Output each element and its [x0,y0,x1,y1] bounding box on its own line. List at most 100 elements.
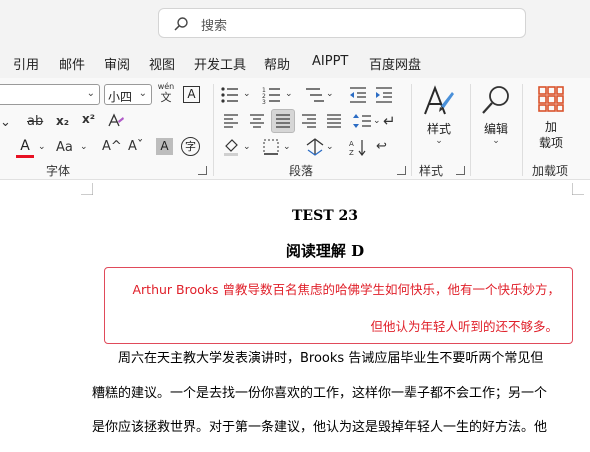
body-line: 糟糕的建议。一个是去找一份你喜欢的工作，这样你一辈子都不会工作；另一个 [92,386,548,401]
addins-button[interactable]: 加 载项 [528,82,574,158]
styles-dialog-launcher-icon[interactable] [456,166,465,175]
svg-text:Z: Z [349,149,354,156]
bullets-icon[interactable] [220,86,242,104]
note-line: Arthur Brooks 曾教导数百名焦虑的哈佛学生如何快乐，他有一个快乐妙方… [132,282,560,297]
magnifier-icon [482,86,509,114]
phonetic-guide-button[interactable]: wén 文 [157,82,175,106]
paragraph-dialog-launcher-icon[interactable] [397,166,406,175]
sort-icon[interactable]: A Z [349,138,369,156]
strikethrough-button[interactable]: ab [27,115,43,128]
svg-text:A: A [349,140,354,148]
tab-mailings[interactable]: 邮件 [59,54,85,73]
ribbon-separator [470,84,471,176]
font-dialog-launcher-icon[interactable] [198,166,207,175]
chevron-down-icon[interactable]: ⌄ [285,90,293,99]
svg-text:3: 3 [262,99,266,104]
editing-label: 编辑 [483,122,508,136]
font-color-button[interactable]: A [16,138,34,158]
shrink-font-button[interactable]: Aˇ [128,140,143,153]
character-shading-button[interactable]: A [156,138,173,155]
translation-note-box: Arthur Brooks 曾教导数百名焦虑的哈佛学生如何快乐，他有一个快乐妙方… [104,267,573,344]
change-case-button[interactable]: Aa [56,141,73,154]
ribbon-separator [522,84,523,176]
multilevel-list-icon[interactable] [304,86,326,104]
body-line: 是你应该拯救世界。对于第一条建议，他认为这是毁掉年轻人一生的好方法。他 [92,420,548,435]
ribbon-separator [411,84,412,176]
chevron-down-icon: ⌄ [435,136,443,146]
addins-grid-icon [538,86,564,112]
document-subheading: 阅读理解 D [285,242,365,260]
chevron-down-icon[interactable]: ⌄ [243,143,251,152]
margin-corner-mark [572,183,584,195]
chevron-down-icon: ⌄ [138,88,147,99]
grow-font-button[interactable]: A^ [102,140,122,153]
justify-icon [276,114,290,128]
editing-button[interactable]: 编辑 ⌄ [474,82,518,158]
justify-button[interactable] [271,109,295,133]
menu-bar: 引用 邮件 审阅 视图 开发工具 帮助 AIPPT 百度网盘 [0,46,590,78]
chevron-down-icon: ⌄ [86,88,95,99]
ribbon-separator [213,84,214,176]
clear-format-icon[interactable]: ⌄ [0,116,11,129]
increase-indent-icon[interactable] [374,86,394,104]
note-line: 但他认为年轻人听到的还不够多。 [370,319,558,334]
document-heading: TEST 23 [292,208,358,224]
shading-icon[interactable] [222,138,242,156]
tab-aippt[interactable]: AIPPT [312,54,348,69]
decrease-indent-icon[interactable] [348,86,368,104]
body-line: 周六在天主教大学发表演讲时，Brooks 告诫应届毕业生不要听两个常见但 [118,351,544,366]
font-group-label: 字体 [46,164,71,178]
addins-group-label: 加载项 [532,164,569,178]
text-effects-icon[interactable] [106,112,126,130]
styles-group-label: 样式 [419,164,444,178]
search-icon [174,17,188,31]
chevron-down-icon[interactable]: ⌄ [80,143,88,152]
margin-corner-mark [81,183,93,195]
font-size-value: 小四 [108,90,133,104]
paragraph-mark-icon[interactable]: ↵ [383,114,396,129]
search-placeholder: 搜索 [201,19,228,34]
styles-button[interactable]: 样式 ⌄ [416,82,462,158]
show-formatting-icon[interactable]: ↩ [376,140,387,153]
font-size-combo[interactable]: 小四 ⌄ [104,84,152,105]
character-border-button[interactable]: A [183,86,200,103]
chinese-layout-icon[interactable] [304,137,326,157]
phonetic-guide-bottom: 文 [160,91,172,104]
superscript-button[interactable]: x² [82,113,95,125]
font-name-combo[interactable]: ⌄ [0,84,100,105]
ribbon: ⌄ 小四 ⌄ wén 文 A ⌄ ab x₂ x² A ⌄ Aa ⌄ A^ Aˇ… [0,78,590,180]
enclose-characters-button[interactable]: 字 [181,137,200,156]
styles-icon [424,85,454,115]
chevron-down-icon[interactable]: ⌄ [326,90,334,99]
chevron-down-icon: ⌄ [492,136,500,146]
tab-baidu-netdisk[interactable]: 百度网盘 [369,54,421,73]
subscript-button[interactable]: x₂ [56,115,69,127]
distributed-icon[interactable] [325,112,343,130]
title-bar: 搜索 [0,0,590,46]
font-color-swatch [16,155,34,158]
tab-developer[interactable]: 开发工具 [194,54,246,73]
align-center-icon[interactable] [248,112,266,130]
addins-label-line1: 加 [544,120,557,134]
chevron-down-icon[interactable]: ⌄ [326,143,334,152]
addins-label-line2: 载项 [538,136,563,150]
tab-references[interactable]: 引用 [13,54,39,73]
tab-view[interactable]: 视图 [149,54,175,73]
borders-icon[interactable] [262,138,280,156]
tab-help[interactable]: 帮助 [264,54,290,73]
chevron-down-icon[interactable]: ⌄ [38,143,46,152]
tab-review[interactable]: 审阅 [104,54,130,73]
paragraph-group-label: 段落 [289,164,314,178]
chevron-down-icon[interactable]: ⌄ [373,117,381,126]
chevron-down-icon[interactable]: ⌄ [283,143,291,152]
align-left-icon[interactable] [222,112,240,130]
chevron-down-icon[interactable]: ⌄ [243,90,251,99]
phonetic-guide-top: wén [157,82,175,91]
numbering-icon[interactable]: 1 2 3 [262,86,284,104]
line-spacing-icon[interactable] [352,112,372,130]
search-box[interactable]: 搜索 [158,8,526,38]
styles-label: 样式 [426,122,451,136]
font-color-letter: A [20,138,30,154]
document-page[interactable]: TEST 23 阅读理解 D Arthur Brooks 曾教导数百名焦虑的哈佛… [0,181,590,452]
align-right-icon[interactable] [300,112,318,130]
